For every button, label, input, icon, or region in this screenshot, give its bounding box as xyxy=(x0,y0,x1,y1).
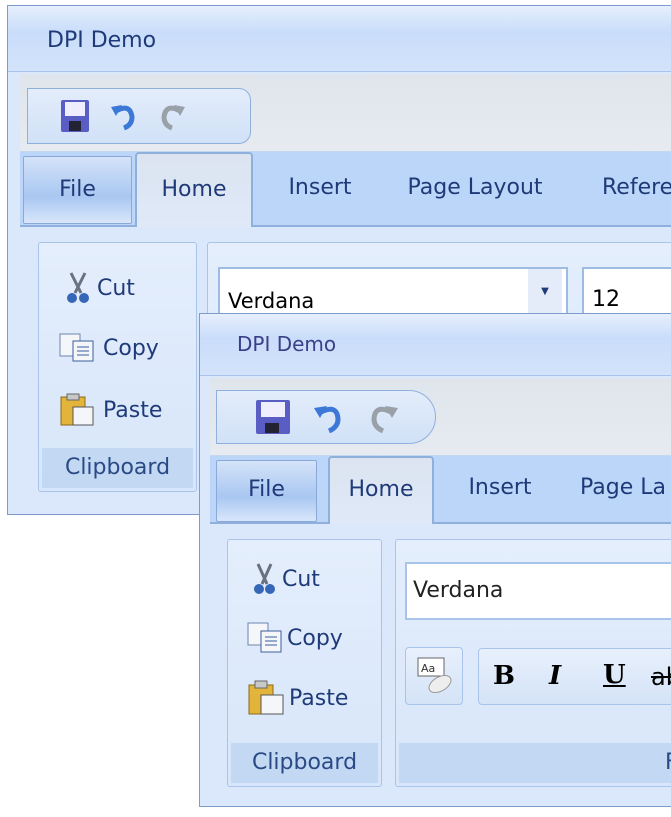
save-icon[interactable] xyxy=(255,399,291,435)
font-group: Verdana Aa B I U ab F xyxy=(395,539,671,787)
window-title: DPI Demo xyxy=(47,28,157,53)
paste-label: Paste xyxy=(103,397,163,423)
window-title: DPI Demo xyxy=(237,332,337,356)
tab-insert[interactable]: Insert xyxy=(458,456,542,520)
tab-page-layout[interactable]: Page Layout xyxy=(400,152,550,224)
font-size-combo[interactable]: 12 xyxy=(582,267,671,317)
underline-button[interactable]: U xyxy=(603,660,626,690)
clipboard-group-label: Clipboard xyxy=(231,743,378,783)
tab-page-layout[interactable]: Page La xyxy=(580,456,671,520)
paste-button[interactable]: Paste xyxy=(59,393,162,427)
font-family-combo[interactable]: Verdana xyxy=(405,562,671,620)
clipboard-group-label: Clipboard xyxy=(42,448,193,488)
cut-button[interactable]: Cut xyxy=(63,271,135,305)
font-size-value: 12 xyxy=(592,287,620,312)
redo-icon[interactable] xyxy=(158,101,186,131)
font-family-value: Verdana xyxy=(413,578,504,603)
window-small: DPI Demo File Home Insert Page La Cut Co… xyxy=(199,313,671,807)
svg-text:Aa: Aa xyxy=(421,662,435,675)
clear-formatting-icon: Aa xyxy=(416,656,456,696)
copy-button[interactable]: Copy xyxy=(59,333,159,363)
copy-icon xyxy=(59,333,97,363)
tab-home[interactable]: Home xyxy=(328,456,434,524)
redo-icon[interactable] xyxy=(367,401,399,433)
cut-label: Cut xyxy=(97,275,135,301)
scissors-icon xyxy=(252,562,276,596)
ribbon-tabs: File Home Insert Page La xyxy=(210,456,671,524)
quick-access-bar xyxy=(210,378,671,456)
strikethrough-button[interactable]: ab xyxy=(651,663,671,691)
quick-access-bar xyxy=(20,74,671,152)
copy-label: Copy xyxy=(103,335,159,361)
font-style-buttons: B I U ab xyxy=(478,648,671,705)
font-group-label-text: F xyxy=(665,743,671,783)
paste-button[interactable]: Paste xyxy=(247,680,348,716)
paste-icon xyxy=(247,680,287,716)
quick-access-toolbar xyxy=(216,390,436,444)
title-bar[interactable]: DPI Demo xyxy=(8,6,671,72)
scissors-icon xyxy=(63,271,91,305)
paste-icon xyxy=(59,393,97,427)
tab-insert[interactable]: Insert xyxy=(275,152,365,224)
copy-label: Copy xyxy=(287,625,343,651)
clear-formatting-button[interactable]: Aa xyxy=(405,647,463,705)
tab-file[interactable]: File xyxy=(216,460,317,522)
font-family-combo[interactable]: Verdana ▼ xyxy=(218,267,568,317)
clipboard-group: Cut Copy Paste Clipboard xyxy=(38,242,197,492)
clipboard-group: Cut Copy Paste Clipboard xyxy=(227,539,382,787)
ribbon-tabs: File Home Insert Page Layout Refere xyxy=(20,152,671,227)
quick-access-toolbar xyxy=(27,88,251,144)
save-icon[interactable] xyxy=(60,99,90,133)
copy-button[interactable]: Copy xyxy=(247,622,343,654)
font-family-value: Verdana xyxy=(228,289,315,313)
tab-home[interactable]: Home xyxy=(135,152,253,227)
tab-references[interactable]: Refere xyxy=(602,152,671,224)
undo-icon[interactable] xyxy=(110,101,138,131)
paste-label: Paste xyxy=(289,685,349,711)
tab-file[interactable]: File xyxy=(23,156,132,224)
cut-label: Cut xyxy=(282,566,320,592)
italic-button[interactable]: I xyxy=(549,661,561,691)
bold-button[interactable]: B xyxy=(493,661,515,691)
font-group-label: F xyxy=(399,743,671,783)
copy-icon xyxy=(247,622,285,654)
title-bar[interactable]: DPI Demo xyxy=(200,314,671,376)
cut-button[interactable]: Cut xyxy=(252,562,320,596)
undo-icon[interactable] xyxy=(313,401,345,433)
chevron-down-icon[interactable]: ▼ xyxy=(528,269,562,315)
